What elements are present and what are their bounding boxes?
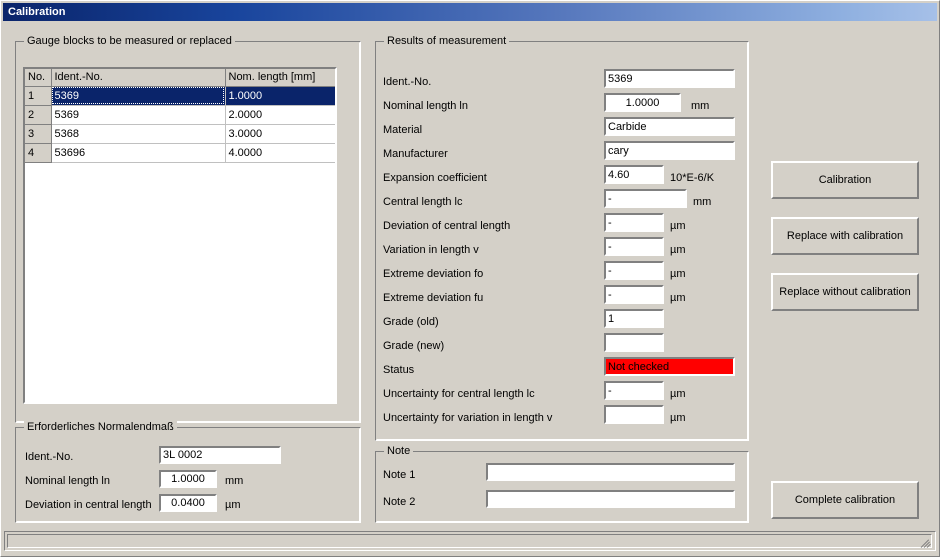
cell-nominal: 1.0000 [225, 86, 335, 106]
cell-ident-no: 5369 [51, 105, 226, 125]
replace-without-calibration-button[interactable]: Replace without calibration [771, 273, 919, 311]
standard-deviation-label: Deviation in central length [25, 499, 152, 511]
result-extreme-deviation-fo-input[interactable]: - [604, 261, 664, 280]
result-material-input[interactable]: Carbide [604, 117, 735, 136]
result-ident-input[interactable]: 5369 [604, 69, 735, 88]
note-group-title: Note [384, 445, 414, 457]
result-extreme-deviation-fu-label: Extreme deviation fu [383, 292, 484, 304]
result-extreme-deviation-fo-unit: µm [670, 268, 686, 280]
table-row[interactable]: 2 5369 2.0000 [25, 105, 335, 125]
standard-deviation-input[interactable]: 0.0400 [159, 494, 217, 512]
result-grade-new-input[interactable] [604, 333, 664, 352]
cell-ident-no: 5369 [51, 86, 226, 106]
cell-ident-no: 5368 [51, 124, 226, 144]
standard-nominal-unit: mm [225, 475, 244, 487]
column-header-no: No. [25, 69, 52, 87]
result-material-label: Material [383, 124, 423, 136]
resize-grip[interactable] [919, 535, 933, 549]
cell-row-number: 1 [25, 86, 52, 106]
cell-row-number: 2 [25, 105, 52, 125]
note2-input[interactable] [486, 490, 735, 508]
result-nominal-length-unit: mm [691, 100, 710, 112]
note-group: Note [375, 445, 749, 523]
result-uncertainty-variation-length-label: Uncertainty for variation in length v [383, 412, 553, 424]
standard-ident-label: Ident.-No. [25, 451, 74, 463]
replace-with-calibration-button[interactable]: Replace with calibration [771, 217, 919, 255]
result-extreme-deviation-fo-label: Extreme deviation fo [383, 268, 484, 280]
cell-nominal: 4.0000 [225, 143, 335, 163]
calibration-button[interactable]: Calibration [771, 161, 919, 199]
cell-ident-no: 53696 [51, 143, 226, 163]
result-uncertainty-variation-length-input[interactable] [604, 405, 664, 424]
result-expansion-coefficient-input[interactable]: 4.60 [604, 165, 664, 184]
result-central-length-unit: mm [693, 196, 712, 208]
table-header-row: No. Ident.-No. Nom. length [mm] [25, 69, 335, 87]
result-nominal-length-input[interactable]: 1.0000 [604, 93, 681, 112]
result-manufacturer-input[interactable]: cary [604, 141, 735, 160]
standard-deviation-unit: µm [225, 499, 241, 511]
column-header-ident: Ident.-No. [51, 69, 226, 87]
calibration-window: Calibration Gauge blocks to be measured … [0, 0, 940, 557]
result-uncertainty-variation-length-unit: µm [670, 412, 686, 424]
result-nominal-length-label: Nominal length ln [383, 100, 468, 112]
table-row[interactable]: 4 53696 4.0000 [25, 143, 335, 163]
result-central-length-label: Central length lc [383, 196, 463, 208]
table-row[interactable]: 1 5369 1.0000 [25, 86, 335, 106]
complete-calibration-button[interactable]: Complete calibration [771, 481, 919, 519]
standard-nominal-label: Nominal length ln [25, 475, 110, 487]
result-uncertainty-central-length-input[interactable]: - [604, 381, 664, 400]
result-grade-old-label: Grade (old) [383, 316, 439, 328]
result-central-length-input[interactable]: - [604, 189, 687, 208]
result-variation-length-unit: µm [670, 244, 686, 256]
result-variation-length-input[interactable]: - [604, 237, 664, 256]
result-ident-label: Ident.-No. [383, 76, 432, 88]
gauge-blocks-table[interactable]: No. Ident.-No. Nom. length [mm] 1 5369 1… [23, 67, 337, 404]
window-client-area: Gauge blocks to be measured or replaced … [3, 23, 937, 529]
result-status-label: Status [383, 364, 415, 376]
result-uncertainty-central-length-unit: µm [670, 388, 686, 400]
result-expansion-coefficient-label: Expansion coefficient [383, 172, 487, 184]
status-bar [4, 531, 936, 551]
result-deviation-central-length-input[interactable]: - [604, 213, 664, 232]
results-group-title: Results of measurement [384, 35, 510, 47]
required-standard-group-title: Erforderliches Normalendmaß [24, 421, 177, 433]
window-titlebar: Calibration [3, 3, 937, 21]
note2-label: Note 2 [383, 496, 416, 508]
result-variation-length-label: Variation in length v [383, 244, 479, 256]
window-title: Calibration [8, 6, 66, 18]
result-grade-old-input[interactable]: 1 [604, 309, 664, 328]
result-grade-new-label: Grade (new) [383, 340, 445, 352]
status-badge: Not checked [604, 357, 735, 376]
cell-nominal: 2.0000 [225, 105, 335, 125]
note1-label: Note 1 [383, 469, 416, 481]
gauge-blocks-grid: No. Ident.-No. Nom. length [mm] 1 5369 1… [25, 69, 335, 163]
result-uncertainty-central-length-label: Uncertainty for central length lc [383, 388, 535, 400]
standard-ident-input[interactable]: 3L 0002 [159, 446, 281, 464]
cell-nominal: 3.0000 [225, 124, 335, 144]
result-deviation-central-length-label: Deviation of central length [383, 220, 511, 232]
table-row[interactable]: 3 5368 3.0000 [25, 124, 335, 144]
result-deviation-central-length-unit: µm [670, 220, 686, 232]
note1-input[interactable] [486, 463, 735, 481]
cell-row-number: 4 [25, 143, 52, 163]
gauge-blocks-group-title: Gauge blocks to be measured or replaced [24, 35, 235, 47]
column-header-nominal: Nom. length [mm] [225, 69, 335, 87]
standard-nominal-input[interactable]: 1.0000 [159, 470, 217, 488]
result-expansion-coefficient-unit: 10*E-6/K [670, 172, 715, 184]
status-bar-panel [7, 534, 932, 548]
result-extreme-deviation-fu-unit: µm [670, 292, 686, 304]
result-extreme-deviation-fu-input[interactable]: - [604, 285, 664, 304]
result-manufacturer-label: Manufacturer [383, 148, 448, 160]
cell-row-number: 3 [25, 124, 52, 144]
